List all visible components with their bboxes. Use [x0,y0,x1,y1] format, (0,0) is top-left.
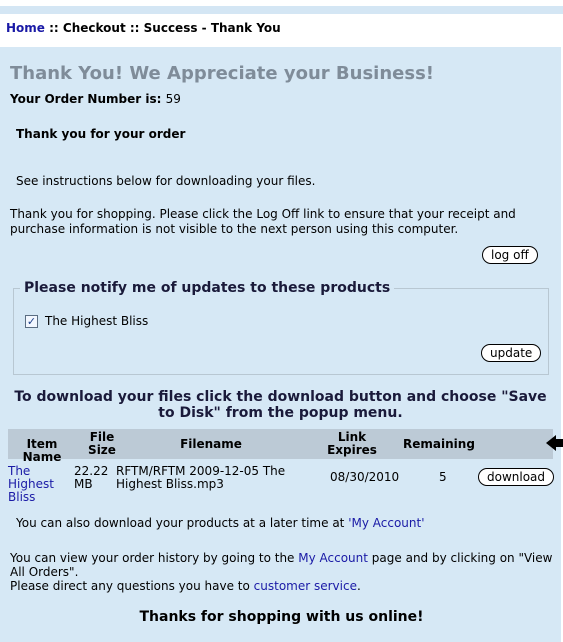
pointer-arrow-shaft [553,439,563,447]
page-title: Thank You! We Appreciate your Business! [10,63,435,84]
my-account-link[interactable]: 'My Account' [348,516,424,530]
download-later-label: You can also download your products at a… [16,516,349,530]
download-button[interactable]: download [478,468,555,486]
update-button[interactable]: update [481,344,542,362]
top-bar [0,6,563,14]
order-number-label: Your Order Number is: [10,92,162,106]
download-item-link[interactable]: The Highest Bliss [8,465,74,504]
breadcrumb-home-link[interactable]: Home [6,21,45,35]
notify-legend: Please notify me of updates to these pro… [20,280,395,296]
history-text-1: You can view your order history by going… [10,551,299,565]
notify-product-checkbox[interactable]: ✓ [25,315,38,328]
checkout-success-panel: Thank You! We Appreciate your Business! … [0,47,563,642]
customer-service-link[interactable]: customer service [254,579,357,593]
notify-fieldset: Please notify me of updates to these pro… [13,280,549,375]
column-header-remaining: Remaining [403,437,475,451]
download-heading: To download your files click the downloa… [14,389,547,421]
column-header-link-expires: Link Expires [327,430,377,457]
history-text-3: Please direct any questions you have to [10,579,254,593]
logoff-notice-text: Thank you for shopping. Please click the… [10,207,516,236]
breadcrumb-current: Success - Thank You [143,21,281,35]
column-header-item-name: Item Name [22,437,62,464]
breadcrumb-separator: :: [125,21,144,35]
thank-you-heading: Thank you for your order [16,127,186,141]
history-text-4: . [356,579,361,593]
log-off-button[interactable]: log off [482,246,538,264]
breadcrumb: Home :: Checkout :: Success - Thank You [6,21,281,35]
download-remaining: 5 [439,470,447,484]
download-table-header: Item Name File Size Filename Link Expire… [8,429,553,464]
column-header-filename: Filename [180,437,242,451]
download-link-expires: 08/30/2010 [330,470,400,484]
download-later-text: You can also download your products at a… [16,516,425,530]
order-number-line: Your Order Number is: 59 [10,92,181,106]
column-header-file-size: File Size [88,430,116,457]
order-history-text: You can view your order history by going… [10,551,555,593]
my-account-page-link[interactable]: My Account [298,551,368,565]
order-number-value: 59 [165,92,181,106]
download-file-size: 22.22 MB [74,464,109,491]
notify-product-label: The Highest Bliss [45,314,149,328]
download-filename: RFTM/RFTM 2009-12-05 The Highest Bliss.m… [116,464,286,491]
breadcrumb-checkout: Checkout [62,21,126,35]
download-instructions-text: See instructions below for downloading y… [16,174,316,188]
final-thanks-message: Thanks for shopping with us online! [139,609,424,625]
breadcrumb-separator: :: [44,21,63,35]
